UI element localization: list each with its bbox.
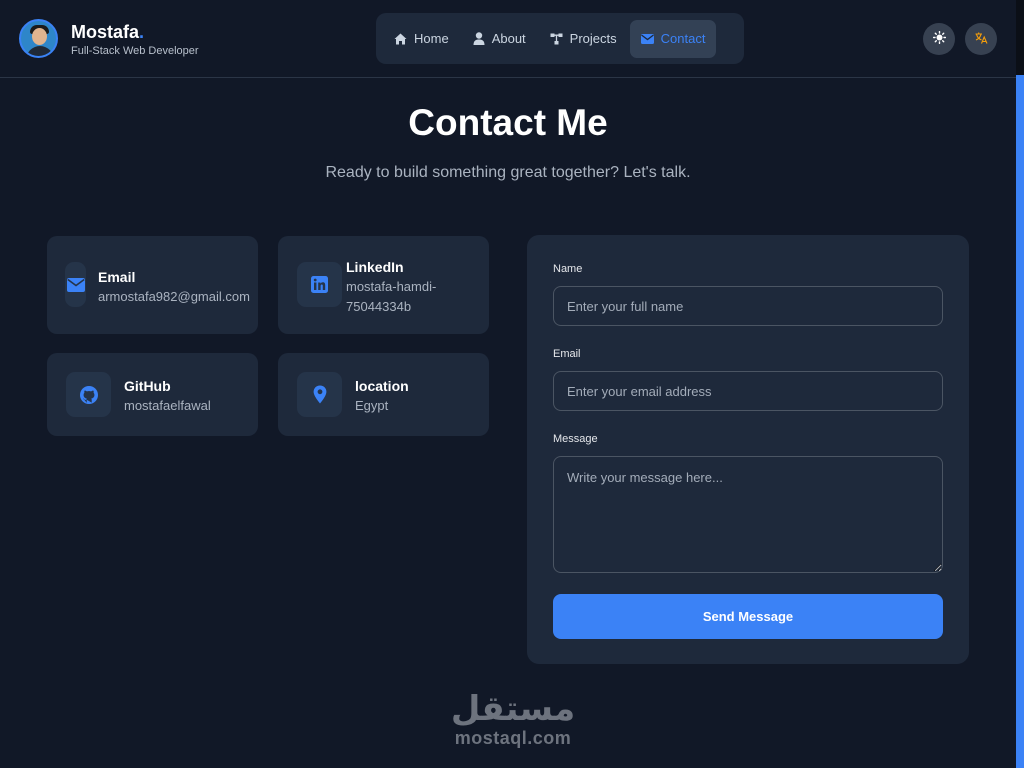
- contact-card-value: Egypt: [355, 398, 389, 413]
- page-subtitle: Ready to build something great together?…: [325, 164, 691, 181]
- envelope-icon: [640, 33, 654, 44]
- brand[interactable]: Mostafa. Full-Stack Web Developer: [19, 19, 199, 58]
- watermark: مستقل mostaql.com: [448, 690, 578, 749]
- message-textarea[interactable]: [553, 456, 943, 573]
- nav-item-about[interactable]: About: [462, 20, 537, 58]
- theme-toggle-button[interactable]: [923, 23, 955, 55]
- brand-dot: .: [139, 21, 145, 42]
- sun-icon: [932, 30, 946, 47]
- contact-card-location[interactable]: location Egypt: [278, 353, 489, 436]
- linkedin-icon: [297, 262, 342, 307]
- contact-card-linkedin[interactable]: LinkedIn mostafa-hamdi-75044334b: [278, 236, 489, 334]
- name-label: Name: [553, 263, 583, 275]
- nav-item-projects[interactable]: Projects: [539, 20, 628, 58]
- contact-card-title: location: [355, 378, 409, 394]
- contact-card-value: mostafa-hamdi-75044334b: [346, 279, 437, 314]
- avatar: [19, 19, 58, 58]
- watermark-latin: mostaql.com: [454, 728, 572, 748]
- contact-card-title: LinkedIn: [346, 259, 404, 275]
- home-icon: [394, 33, 407, 45]
- translate-icon: [975, 32, 988, 47]
- contact-card-title: Email: [98, 269, 136, 285]
- envelope-icon: [65, 262, 86, 307]
- github-icon: [66, 372, 111, 417]
- nav-label-contact: Contact: [660, 31, 706, 46]
- contact-card-value: mostafaelfawal: [124, 398, 211, 413]
- contact-card-email[interactable]: Email armostafa982@gmail.com: [47, 236, 258, 334]
- contact-card-value: armostafa982@gmail.com: [98, 289, 250, 304]
- contact-card-title: GitHub: [124, 378, 171, 394]
- location-pin-icon: [297, 372, 342, 417]
- page-title: Contact Me: [408, 102, 608, 143]
- send-message-button[interactable]: Send Message: [553, 594, 943, 639]
- language-toggle-button[interactable]: [965, 23, 997, 55]
- nav-label-home: Home: [414, 31, 449, 46]
- watermark-arabic: مستقل: [450, 689, 576, 729]
- email-input[interactable]: [553, 371, 943, 411]
- main-nav: Home About Projects Contact: [376, 13, 744, 64]
- brand-subtitle: Full-Stack Web Developer: [71, 44, 199, 57]
- nav-label-projects: Projects: [569, 31, 617, 46]
- scrollbar-thumb[interactable]: [1016, 75, 1024, 768]
- user-icon: [473, 32, 485, 45]
- message-label: Message: [553, 433, 598, 445]
- contact-card-github[interactable]: GitHub mostafaelfawal: [47, 353, 258, 436]
- contact-form: Name Email Message Send Message: [527, 235, 969, 664]
- nav-label-about: About: [491, 31, 526, 46]
- nav-item-contact[interactable]: Contact: [629, 19, 717, 58]
- brand-name: Mostafa.: [71, 21, 145, 42]
- sitemap-icon: [550, 33, 563, 45]
- name-input[interactable]: [553, 286, 943, 326]
- email-label: Email: [553, 348, 581, 360]
- nav-item-home[interactable]: Home: [383, 20, 460, 58]
- site-header: Mostafa. Full-Stack Web Developer Home A…: [0, 0, 1016, 78]
